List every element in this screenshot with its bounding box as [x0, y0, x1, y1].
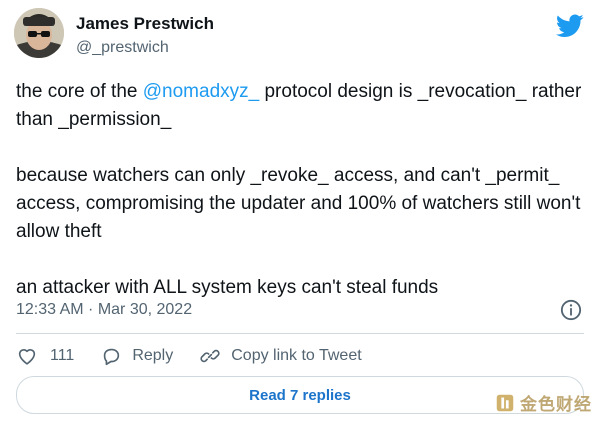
author-block: James Prestwich @_prestwich [76, 13, 214, 59]
like-count: 111 [50, 347, 75, 364]
copy-link-button[interactable]: Copy link to Tweet [199, 345, 362, 367]
copy-link-label: Copy link to Tweet [231, 347, 362, 364]
reply-button[interactable]: Reply [100, 345, 173, 367]
watermark-text: 金色财经 [520, 395, 592, 414]
author-name[interactable]: James Prestwich [76, 13, 214, 35]
like-button[interactable]: 111 [16, 345, 74, 367]
heart-icon [18, 349, 36, 365]
link-icon [200, 349, 220, 363]
reply-bubble-icon [104, 348, 120, 366]
reply-label: Reply [132, 347, 174, 364]
twitter-bird-icon[interactable] [556, 14, 584, 38]
timestamp[interactable]: 12:33 AM · Mar 30, 2022 [16, 301, 192, 318]
tweet-text: the core of the @nomadxyz_ protocol desi… [16, 78, 586, 302]
tweet-paragraph-1: the core of the @nomadxyz_ protocol desi… [16, 78, 586, 134]
tweet-card: James Prestwich @_prestwich the core of … [0, 0, 600, 426]
watermark: 金色财经 [494, 390, 592, 415]
author-handle[interactable]: @_prestwich [76, 37, 214, 59]
mention-link[interactable]: @nomadxyz_ [143, 81, 259, 102]
info-icon[interactable] [560, 299, 582, 321]
divider [16, 333, 584, 334]
tweet-paragraph-2: because watchers can only _revoke_ acces… [16, 165, 581, 242]
avatar[interactable] [14, 8, 64, 58]
timestamp-row: 12:33 AM · Mar 30, 2022 [16, 297, 584, 323]
tweet-text-segment: the core of the [16, 81, 143, 102]
action-bar: 111 Reply Copy link to Tweet [16, 342, 388, 370]
watermark-logo-icon [496, 394, 514, 411]
